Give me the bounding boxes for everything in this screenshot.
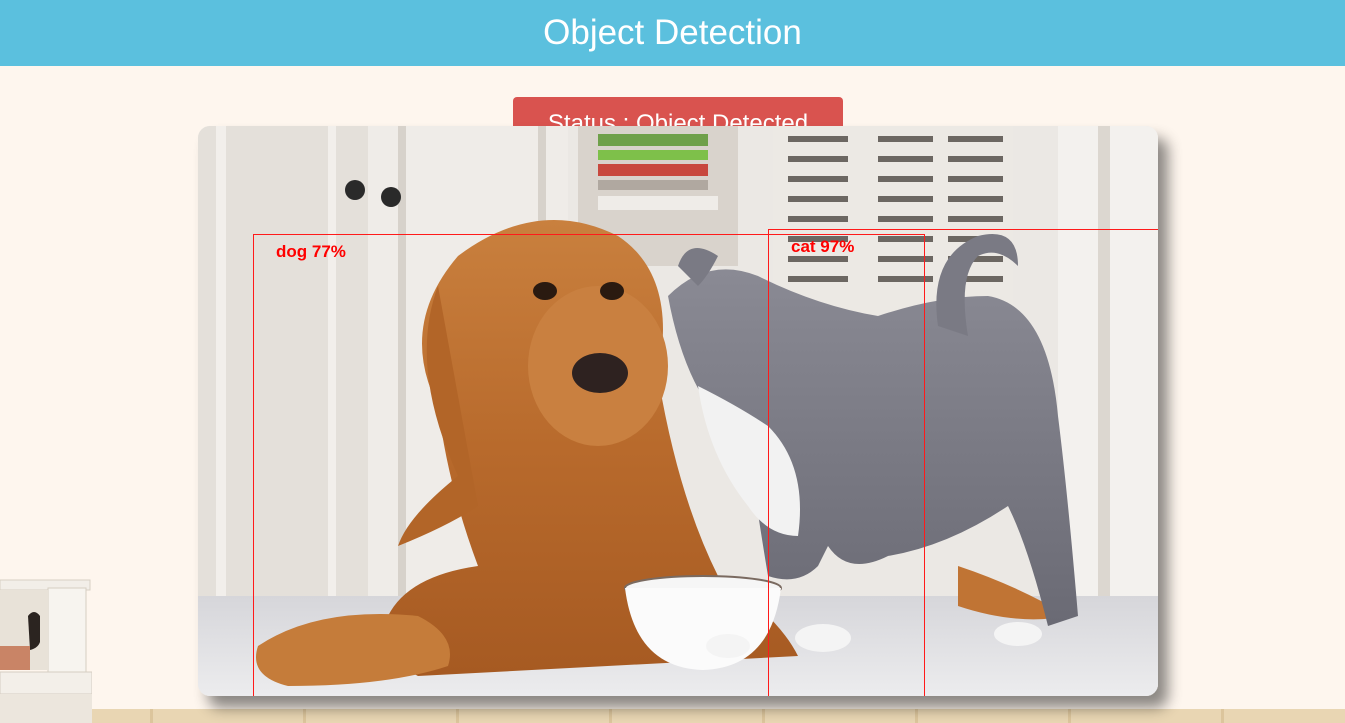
floor-decoration: [0, 709, 1345, 723]
detection-label-cat: cat 97%: [791, 237, 855, 256]
detection-image: dog 77% cat 97%: [198, 126, 1158, 696]
furniture-decoration: [0, 576, 92, 723]
detection-box-cat: [768, 229, 1158, 696]
detection-label-dog: dog 77%: [276, 242, 346, 261]
page-title: Object Detection: [543, 13, 802, 52]
app-header: Object Detection: [0, 0, 1345, 66]
